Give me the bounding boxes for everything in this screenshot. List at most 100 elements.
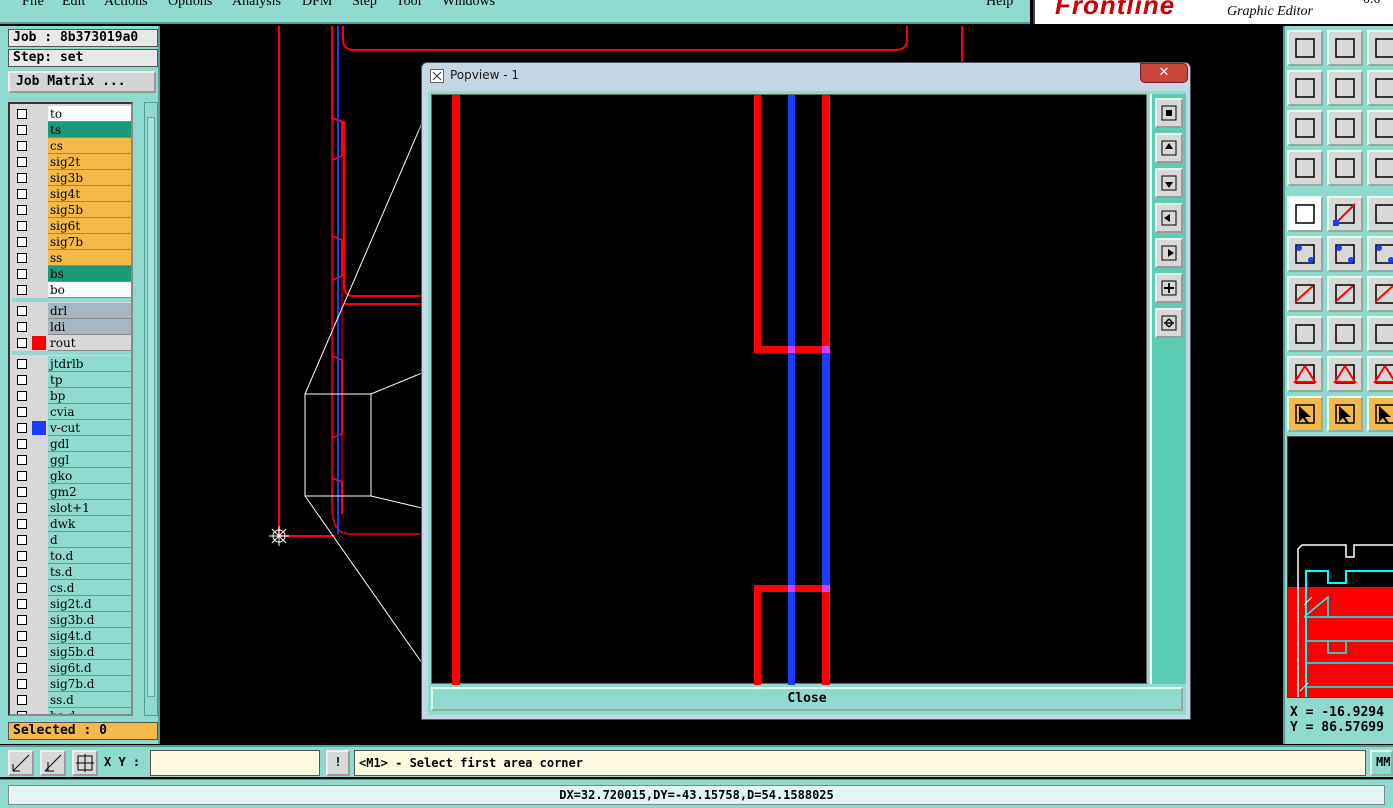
layer-row[interactable]: to.d <box>12 548 131 564</box>
step-right-icon[interactable] <box>1327 70 1363 106</box>
units-button[interactable]: MM <box>1370 750 1393 776</box>
layer-row[interactable]: ts.d <box>12 564 131 580</box>
pad-icon[interactable] <box>1287 316 1323 352</box>
node-icon[interactable] <box>1287 236 1323 272</box>
layer-row[interactable]: cvia <box>12 404 131 420</box>
layer-checkbox[interactable] <box>17 679 27 689</box>
layer-checkbox[interactable] <box>17 141 27 151</box>
step-down-icon[interactable] <box>1327 30 1363 66</box>
layer-checkbox[interactable] <box>17 125 27 135</box>
step-up-icon[interactable] <box>1287 30 1323 66</box>
menu-actions[interactable]: Actions <box>104 0 148 10</box>
triangle-icon[interactable] <box>1287 356 1323 392</box>
layer-checkbox[interactable] <box>17 615 27 625</box>
stop-icon[interactable] <box>1367 396 1393 432</box>
zoom-fit-icon[interactable] <box>1155 98 1183 128</box>
popview-canvas[interactable] <box>431 94 1147 685</box>
home-icon[interactable] <box>1367 30 1393 66</box>
menu-windows[interactable]: Windows <box>442 0 495 10</box>
layer-row[interactable]: jtdrlb <box>12 356 131 372</box>
layer-checkbox[interactable] <box>17 631 27 641</box>
netlist-icon[interactable] <box>1367 150 1393 186</box>
layer-row[interactable]: dwk <box>12 516 131 532</box>
close-button[interactable]: Close <box>431 687 1183 711</box>
layer-row[interactable]: sig4t.d <box>12 628 131 644</box>
layer-row[interactable]: bs <box>12 266 131 282</box>
layer-checkbox[interactable] <box>17 221 27 231</box>
undo-icon[interactable] <box>1367 70 1393 106</box>
job-matrix-button[interactable]: Job Matrix ... <box>8 71 156 93</box>
dash-icon[interactable] <box>1327 316 1363 352</box>
layer-row[interactable]: gko <box>12 468 131 484</box>
route-icon[interactable] <box>1367 236 1393 272</box>
layer-checkbox[interactable] <box>17 322 27 332</box>
layer-checkbox[interactable] <box>17 471 27 481</box>
layer-checkbox[interactable] <box>17 253 27 263</box>
layer-checkbox[interactable] <box>17 647 27 657</box>
layer-row[interactable]: bp <box>12 388 131 404</box>
layer-row[interactable]: d <box>12 532 131 548</box>
menu-tool[interactable]: Tool <box>396 0 421 10</box>
pan-down-icon[interactable] <box>1155 168 1183 198</box>
exclamation-button[interactable]: ! <box>326 750 350 776</box>
layer-row[interactable]: sig3b <box>12 170 131 186</box>
layer-checkbox[interactable] <box>17 551 27 561</box>
minimap[interactable] <box>1287 436 1393 698</box>
layer-checkbox[interactable] <box>17 599 27 609</box>
layer-checkbox[interactable] <box>17 711 27 714</box>
layer-row[interactable]: ss <box>12 250 131 266</box>
layer-row[interactable]: slot+1 <box>12 500 131 516</box>
layer-checkbox[interactable] <box>17 109 27 119</box>
layer-checkbox[interactable] <box>17 391 27 401</box>
layer-row[interactable]: sig5b <box>12 202 131 218</box>
layer-row[interactable]: sig2t.d <box>12 596 131 612</box>
layer-row[interactable]: rout <box>12 335 131 351</box>
layer-row[interactable]: sig4t <box>12 186 131 202</box>
probe-icon[interactable] <box>1327 150 1363 186</box>
layer-checkbox[interactable] <box>17 423 27 433</box>
layer-row[interactable]: bs.d <box>12 708 131 714</box>
settings-icon[interactable] <box>1287 150 1323 186</box>
layer-checkbox[interactable] <box>17 407 27 417</box>
snap-icon[interactable] <box>40 750 66 776</box>
layer-row[interactable]: cs.d <box>12 580 131 596</box>
layer-row[interactable]: cs <box>12 138 131 154</box>
pan-right-icon[interactable] <box>1155 238 1183 268</box>
layer-row[interactable]: sig5b.d <box>12 644 131 660</box>
layer-row[interactable]: tp <box>12 372 131 388</box>
delete-node-icon[interactable] <box>1327 236 1363 272</box>
layer-checkbox[interactable] <box>17 189 27 199</box>
layer-checkbox[interactable] <box>17 583 27 593</box>
layer-row[interactable]: ss.d <box>12 692 131 708</box>
menu-edit[interactable]: Edit <box>62 0 85 10</box>
select-feature-icon[interactable] <box>1287 196 1323 232</box>
menu-help[interactable]: Help <box>986 0 1013 10</box>
layer-checkbox[interactable] <box>17 338 27 348</box>
menu-step[interactable]: Step <box>352 0 377 10</box>
layer-row[interactable]: drl <box>12 303 131 319</box>
layer-checkbox[interactable] <box>17 663 27 673</box>
layer-row[interactable]: gdl <box>12 436 131 452</box>
layer-checkbox[interactable] <box>17 269 27 279</box>
scrollbar-thumb[interactable] <box>147 117 155 697</box>
select-box-icon[interactable] <box>1327 396 1363 432</box>
layer-row[interactable]: bo <box>12 282 131 298</box>
layer-checkbox[interactable] <box>17 503 27 513</box>
arc-icon[interactable] <box>1367 356 1393 392</box>
layer-row[interactable]: sig6t.d <box>12 660 131 676</box>
menu-dfm[interactable]: DFM <box>302 0 332 10</box>
ruler-icon[interactable] <box>1367 196 1393 232</box>
dimension-icon[interactable] <box>1367 316 1393 352</box>
layer-row[interactable]: sig3b.d <box>12 612 131 628</box>
pan-left-icon[interactable] <box>1155 203 1183 233</box>
zoom-center-icon[interactable] <box>1327 110 1363 146</box>
zoom-1to1-icon[interactable] <box>1367 110 1393 146</box>
layer-row[interactable]: sig7b <box>12 234 131 250</box>
layer-checkbox[interactable] <box>17 567 27 577</box>
pan-up-icon[interactable] <box>1155 133 1183 163</box>
layer-row[interactable]: sig2t <box>12 154 131 170</box>
pointer-icon[interactable] <box>1287 396 1323 432</box>
line-tool-icon[interactable] <box>1327 196 1363 232</box>
layer-row[interactable]: v-cut <box>12 420 131 436</box>
layer-checkbox[interactable] <box>17 285 27 295</box>
